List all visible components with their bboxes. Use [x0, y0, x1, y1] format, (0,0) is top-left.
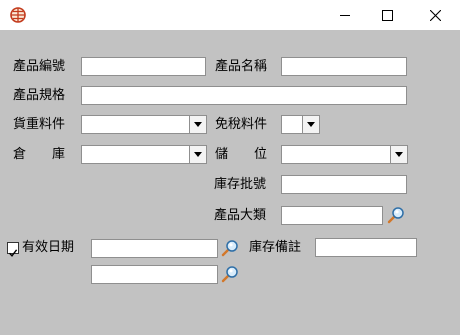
product-spec-label: 產品規格: [13, 88, 66, 103]
expiry-to-field[interactable]: [91, 265, 218, 284]
category-label: 產品大類: [214, 208, 267, 223]
tax-exempt-label: 免稅料件: [215, 117, 268, 132]
search-lookup-icon[interactable]: [387, 206, 405, 224]
globe-icon: [10, 7, 26, 23]
dropdown-arrow-icon[interactable]: [189, 116, 206, 133]
title-bar: [0, 0, 460, 30]
dropdown-arrow-icon[interactable]: [189, 146, 206, 163]
close-icon: [429, 9, 441, 21]
warehouse-label: 倉 庫: [13, 147, 66, 162]
location-label: 儲 位: [215, 147, 268, 162]
close-button[interactable]: [412, 0, 458, 30]
minimize-icon: [340, 15, 350, 16]
minimize-button[interactable]: [322, 0, 368, 30]
stock-note-label: 庫存備註: [249, 240, 302, 255]
checkmark-icon: [8, 249, 18, 257]
product-code-label: 產品編號: [13, 59, 66, 74]
tax-exempt-dropdown[interactable]: [281, 115, 320, 134]
expiry-from-field[interactable]: [91, 239, 218, 258]
warehouse-dropdown[interactable]: [81, 145, 207, 164]
form-panel: 產品編號 產品名稱 產品規格 貨重料件 免稅料件 倉 庫 儲 位 庫存批號 產品…: [0, 30, 460, 335]
cost-item-dropdown[interactable]: [81, 115, 207, 134]
product-spec-field[interactable]: [81, 86, 407, 105]
product-code-field[interactable]: [81, 57, 206, 76]
dropdown-arrow-icon[interactable]: [390, 146, 407, 163]
date-from-lookup-icon[interactable]: [221, 239, 239, 257]
stock-note-field[interactable]: [315, 238, 417, 257]
product-name-field[interactable]: [281, 57, 407, 76]
cost-item-label: 貨重料件: [13, 117, 66, 132]
batch-no-label: 庫存批號: [214, 177, 267, 192]
expiry-checkbox[interactable]: [7, 242, 19, 257]
expiry-label[interactable]: 有效日期: [22, 240, 74, 256]
category-field[interactable]: [281, 206, 383, 225]
dropdown-arrow-icon[interactable]: [302, 116, 319, 133]
maximize-icon: [381, 9, 393, 21]
date-to-lookup-icon[interactable]: [221, 265, 239, 283]
location-dropdown[interactable]: [281, 145, 408, 164]
maximize-button[interactable]: [364, 0, 410, 30]
batch-no-field[interactable]: [281, 175, 407, 194]
product-name-label: 產品名稱: [215, 59, 268, 74]
